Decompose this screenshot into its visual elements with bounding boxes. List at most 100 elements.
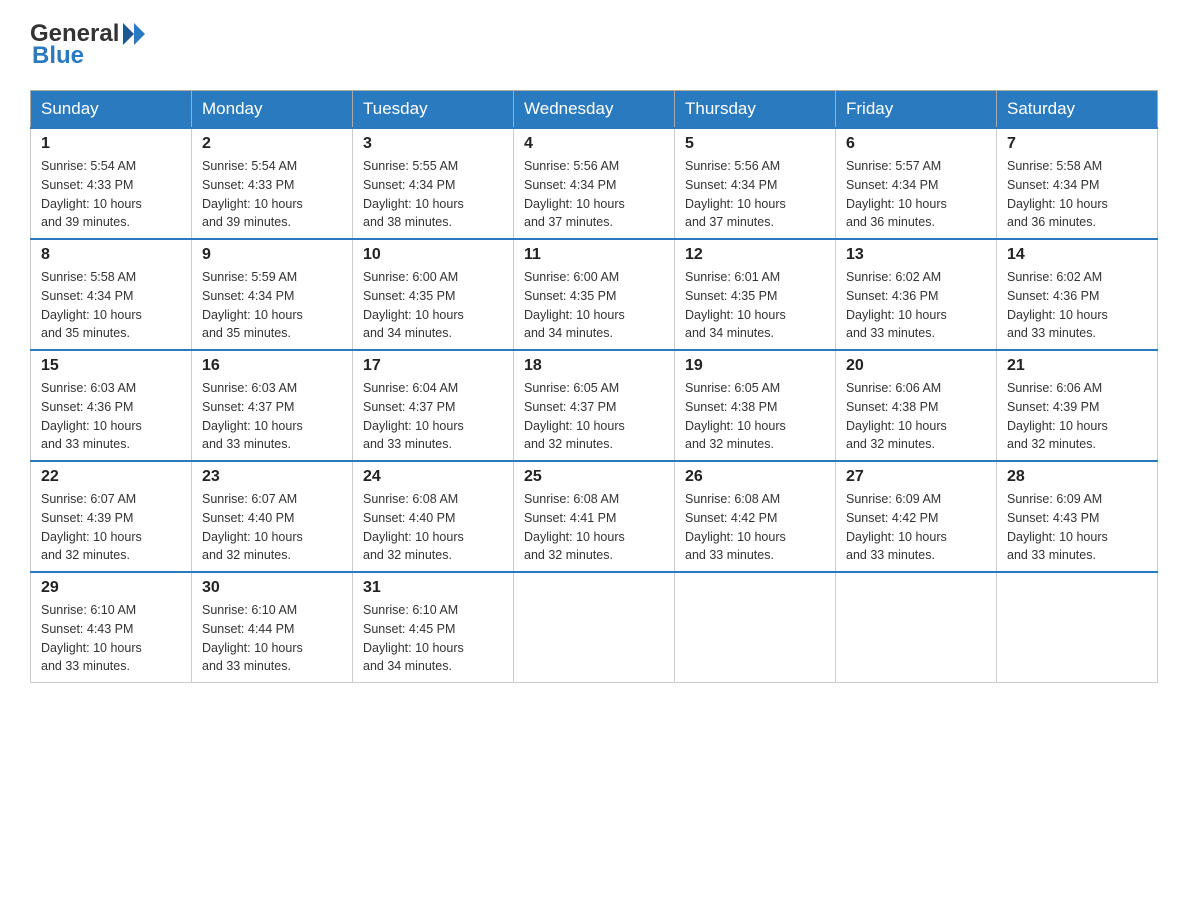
calendar-day-3: 3Sunrise: 5:55 AM Sunset: 4:34 PM Daylig… [353,128,514,239]
calendar-day-14: 14Sunrise: 6:02 AM Sunset: 4:36 PM Dayli… [997,239,1158,350]
day-number: 25 [524,468,664,486]
day-number: 17 [363,357,503,375]
calendar-day-empty [675,572,836,683]
day-number: 13 [846,246,986,264]
day-number: 28 [1007,468,1147,486]
calendar-day-13: 13 Sunrise: 6:02 AM Sunset: 4:36 PM Dayli… [836,239,997,350]
calendar-day-24: 24 Sunrise: 6:08 AM Sunset: 4:40 PM Dayli… [353,461,514,572]
day-number: 15 [41,357,181,375]
day-number: 20 [846,357,986,375]
page-header: General Blue [30,20,1158,70]
weekday-header-tuesday: Tuesday [353,91,514,129]
day-info: Sunrise: 6:06 AM Sunset: 4:39 PM Dayligh… [1007,379,1147,454]
day-info: Sunrise: 6:10 AM Sunset: 4:43 PM Dayligh… [41,601,181,676]
calendar-day-28: 28 Sunrise: 6:09 AM Sunset: 4:43 PM Dayli… [997,461,1158,572]
calendar-day-1: 1 Sunrise: 5:54 AM Sunset: 4:33 PM Daylig… [31,128,192,239]
calendar-day-7: 7 Sunrise: 5:58 AM Sunset: 4:34 PM Daylig… [997,128,1158,239]
calendar-day-31: 31Sunrise: 6:10 AM Sunset: 4:45 PM Dayli… [353,572,514,683]
day-info: Sunrise: 6:08 AM Sunset: 4:42 PM Dayligh… [685,490,825,565]
calendar-week-2: 8 Sunrise: 5:58 AM Sunset: 4:34 PM Daylig… [31,239,1158,350]
calendar-day-21: 21 Sunrise: 6:06 AM Sunset: 4:39 PM Dayli… [997,350,1158,461]
weekday-header-monday: Monday [192,91,353,129]
calendar-day-empty [997,572,1158,683]
calendar-day-12: 12Sunrise: 6:01 AM Sunset: 4:35 PM Dayli… [675,239,836,350]
day-number: 5 [685,135,825,153]
calendar-day-5: 5 Sunrise: 5:56 AM Sunset: 4:34 PM Daylig… [675,128,836,239]
day-number: 8 [41,246,181,264]
day-info: Sunrise: 6:05 AM Sunset: 4:37 PM Dayligh… [524,379,664,454]
calendar-day-19: 19 Sunrise: 6:05 AM Sunset: 4:38 PM Dayli… [675,350,836,461]
day-info: Sunrise: 5:56 AM Sunset: 4:34 PM Dayligh… [685,157,825,232]
day-number: 2 [202,135,342,153]
calendar-day-29: 29 Sunrise: 6:10 AM Sunset: 4:43 PM Dayli… [31,572,192,683]
day-number: 21 [1007,357,1147,375]
day-number: 10 [363,246,503,264]
day-info: Sunrise: 6:02 AM Sunset: 4:36 PM Dayligh… [846,268,986,343]
day-info: Sunrise: 6:04 AM Sunset: 4:37 PM Dayligh… [363,379,503,454]
day-info: Sunrise: 5:58 AM Sunset: 4:34 PM Dayligh… [1007,157,1147,232]
calendar-day-23: 23Sunrise: 6:07 AM Sunset: 4:40 PM Dayli… [192,461,353,572]
calendar-day-17: 17 Sunrise: 6:04 AM Sunset: 4:37 PM Dayli… [353,350,514,461]
day-info: Sunrise: 5:57 AM Sunset: 4:34 PM Dayligh… [846,157,986,232]
day-info: Sunrise: 5:59 AM Sunset: 4:34 PM Dayligh… [202,268,342,343]
weekday-header-thursday: Thursday [675,91,836,129]
calendar-week-1: 1 Sunrise: 5:54 AM Sunset: 4:33 PM Daylig… [31,128,1158,239]
day-info: Sunrise: 5:54 AM Sunset: 4:33 PM Dayligh… [202,157,342,232]
day-number: 27 [846,468,986,486]
day-number: 7 [1007,135,1147,153]
day-number: 22 [41,468,181,486]
day-number: 4 [524,135,664,153]
day-info: Sunrise: 5:56 AM Sunset: 4:34 PM Dayligh… [524,157,664,232]
calendar-day-2: 2 Sunrise: 5:54 AM Sunset: 4:33 PM Daylig… [192,128,353,239]
day-number: 30 [202,579,342,597]
day-info: Sunrise: 6:01 AM Sunset: 4:35 PM Dayligh… [685,268,825,343]
day-number: 19 [685,357,825,375]
weekday-header-saturday: Saturday [997,91,1158,129]
day-number: 6 [846,135,986,153]
calendar-day-6: 6 Sunrise: 5:57 AM Sunset: 4:34 PM Daylig… [836,128,997,239]
day-number: 29 [41,579,181,597]
day-info: Sunrise: 6:05 AM Sunset: 4:38 PM Dayligh… [685,379,825,454]
calendar-week-3: 15 Sunrise: 6:03 AM Sunset: 4:36 PM Dayli… [31,350,1158,461]
day-number: 14 [1007,246,1147,264]
day-info: Sunrise: 6:07 AM Sunset: 4:39 PM Dayligh… [41,490,181,565]
calendar-day-30: 30Sunrise: 6:10 AM Sunset: 4:44 PM Dayli… [192,572,353,683]
weekday-header-sunday: Sunday [31,91,192,129]
calendar-day-22: 22 Sunrise: 6:07 AM Sunset: 4:39 PM Dayli… [31,461,192,572]
day-number: 3 [363,135,503,153]
day-info: Sunrise: 6:09 AM Sunset: 4:42 PM Dayligh… [846,490,986,565]
calendar-day-16: 16Sunrise: 6:03 AM Sunset: 4:37 PM Dayli… [192,350,353,461]
calendar-week-4: 22 Sunrise: 6:07 AM Sunset: 4:39 PM Dayli… [31,461,1158,572]
calendar-table: SundayMondayTuesdayWednesdayThursdayFrid… [30,90,1158,683]
day-info: Sunrise: 5:54 AM Sunset: 4:33 PM Dayligh… [41,157,181,232]
weekday-header-row: SundayMondayTuesdayWednesdayThursdayFrid… [31,91,1158,129]
day-info: Sunrise: 6:00 AM Sunset: 4:35 PM Dayligh… [363,268,503,343]
weekday-header-wednesday: Wednesday [514,91,675,129]
calendar-day-empty [514,572,675,683]
logo: General Blue [30,20,147,70]
day-number: 1 [41,135,181,153]
day-number: 24 [363,468,503,486]
day-number: 9 [202,246,342,264]
calendar-day-18: 18 Sunrise: 6:05 AM Sunset: 4:37 PM Dayli… [514,350,675,461]
calendar-day-27: 27 Sunrise: 6:09 AM Sunset: 4:42 PM Dayli… [836,461,997,572]
day-number: 11 [524,246,664,264]
calendar-day-25: 25 Sunrise: 6:08 AM Sunset: 4:41 PM Dayli… [514,461,675,572]
day-info: Sunrise: 6:00 AM Sunset: 4:35 PM Dayligh… [524,268,664,343]
day-info: Sunrise: 6:08 AM Sunset: 4:40 PM Dayligh… [363,490,503,565]
day-number: 31 [363,579,503,597]
calendar-day-empty [836,572,997,683]
day-info: Sunrise: 5:58 AM Sunset: 4:34 PM Dayligh… [41,268,181,343]
day-info: Sunrise: 6:08 AM Sunset: 4:41 PM Dayligh… [524,490,664,565]
weekday-header-friday: Friday [836,91,997,129]
calendar-day-26: 26Sunrise: 6:08 AM Sunset: 4:42 PM Dayli… [675,461,836,572]
day-number: 23 [202,468,342,486]
calendar-day-15: 15 Sunrise: 6:03 AM Sunset: 4:36 PM Dayli… [31,350,192,461]
day-number: 18 [524,357,664,375]
calendar-day-11: 11 Sunrise: 6:00 AM Sunset: 4:35 PM Dayli… [514,239,675,350]
day-info: Sunrise: 6:09 AM Sunset: 4:43 PM Dayligh… [1007,490,1147,565]
calendar-day-8: 8 Sunrise: 5:58 AM Sunset: 4:34 PM Daylig… [31,239,192,350]
day-info: Sunrise: 6:03 AM Sunset: 4:36 PM Dayligh… [41,379,181,454]
calendar-day-4: 4 Sunrise: 5:56 AM Sunset: 4:34 PM Daylig… [514,128,675,239]
day-info: Sunrise: 6:06 AM Sunset: 4:38 PM Dayligh… [846,379,986,454]
